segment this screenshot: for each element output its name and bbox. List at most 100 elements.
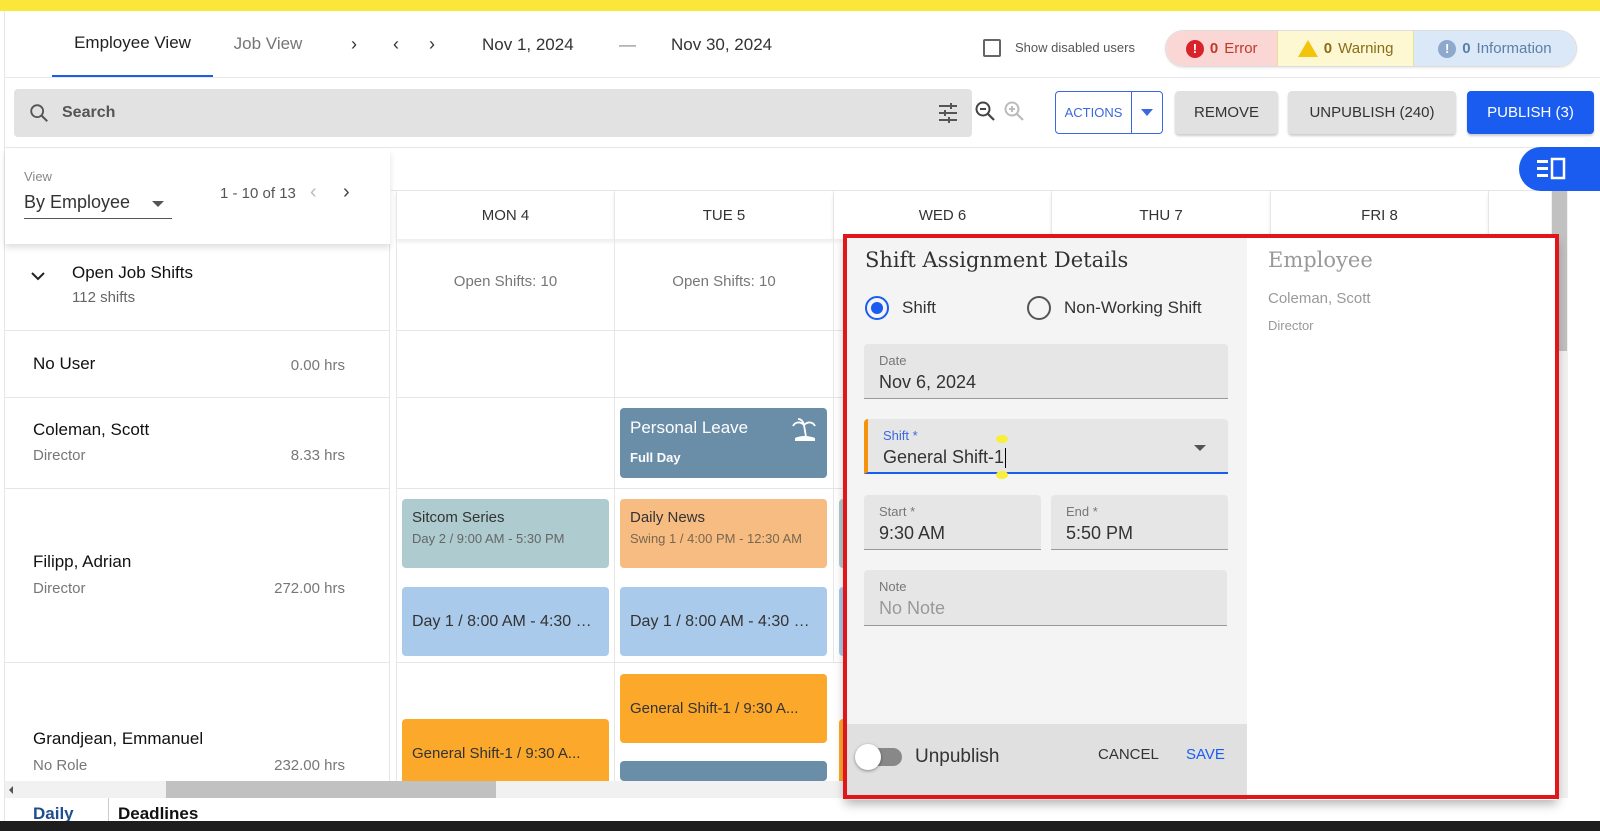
cancel-button[interactable]: CANCEL [1098,746,1159,763]
shift-title: General Shift-1 / 9:30 A... [412,745,581,762]
show-disabled-users-label: Show disabled users [1015,40,1135,55]
header-bar: Employee View Job View › ‹ › Nov 1, 2024… [5,11,1600,78]
panel-toggle-button[interactable] [1519,147,1600,191]
next-period-button[interactable]: › [422,31,442,57]
bottom-tab-daily[interactable]: Daily [33,804,74,821]
schedule-cell[interactable] [396,331,614,398]
text-cursor [1005,448,1007,469]
actions-button[interactable]: ACTIONS [1056,92,1132,133]
status-badges: ! 0 Error 0 Warning ! 0 Information [1165,30,1577,67]
shift-card-personal-leave[interactable]: Personal Leave Full Day [620,408,827,478]
open-job-shifts-row[interactable]: Open Job Shifts 112 shifts [5,244,390,331]
start-field-label: Start * [879,504,916,519]
end-time-field[interactable]: End * 5:50 PM [1051,495,1228,550]
filter-sliders-icon[interactable] [936,101,960,125]
radio-selected-icon[interactable] [865,296,889,320]
search-input[interactable]: Search [14,89,972,137]
employee-hours: 8.33 hrs [290,447,345,464]
shift-field-value: General Shift-1 [883,447,1007,469]
date-range-start[interactable]: Nov 1, 2024 [482,35,574,55]
bottom-tabs: Daily Deadlines [5,798,1600,821]
note-field[interactable]: Note No Note [864,570,1227,626]
shift-card[interactable]: Day 1 / 8:00 AM - 4:30 PM [402,587,609,656]
warning-label: Warning [1338,40,1394,57]
employee-row[interactable]: No User 0.00 hrs [5,331,390,398]
shift-subtitle: Day 2 / 9:00 AM - 5:30 PM [412,531,565,546]
actions-dropdown-toggle[interactable] [1132,92,1162,133]
shift-card[interactable]: Day 1 / 8:00 AM - 4:30 PM [620,587,827,656]
scroll-left-arrow-icon[interactable] [9,786,13,794]
open-shifts-cell[interactable]: Open Shifts: 10 [396,239,614,331]
shift-card[interactable]: Sitcom Series Day 2 / 9:00 AM - 5:30 PM [402,499,609,568]
error-badge[interactable]: ! 0 Error [1166,31,1278,66]
radio-unselected-icon[interactable] [1027,296,1051,320]
actions-split-button[interactable]: ACTIONS [1055,91,1163,134]
day-header [1488,191,1551,239]
schedule-cell[interactable] [614,331,833,398]
view-select[interactable]: By Employee [24,187,172,219]
day-header: MON 4 [396,191,614,239]
employee-name: No User [33,354,96,373]
top-highlight-bar [0,0,1600,11]
shift-title: Personal Leave [630,418,749,437]
warning-count: 0 [1323,40,1333,57]
shift-card[interactable]: Daily News Swing 1 / 4:00 PM - 12:30 AM [620,499,827,568]
unpublish-toggle[interactable] [855,744,902,770]
search-icon [30,104,48,122]
shift-card[interactable]: General Shift-1 / 9:30 A... [402,719,609,781]
next-page-button[interactable]: › [343,181,350,204]
bottom-tab-deadlines[interactable]: Deadlines [118,804,198,821]
shift-subtitle: Swing 1 / 4:00 PM - 12:30 AM [630,531,802,546]
start-time-field[interactable]: Start * 9:30 AM [864,495,1041,550]
employee-row[interactable]: Filipp, Adrian Director 272.00 hrs [5,489,390,663]
date-range-end[interactable]: Nov 30, 2024 [671,35,772,55]
employee-row[interactable]: Coleman, Scott Director 8.33 hrs [5,398,390,489]
prev-period-button[interactable]: ‹ [386,31,406,57]
publish-button[interactable]: PUBLISH (3) [1467,91,1594,134]
warning-badge[interactable]: 0 Warning [1277,31,1414,66]
save-button[interactable]: SAVE [1186,746,1225,763]
unpublish-label: Unpublish [915,746,1000,767]
shift-assignment-dialog: Shift Assignment Details Shift Non-Worki… [845,238,1557,800]
tabs-scroll-right-button[interactable]: › [344,31,364,57]
zoom-in-icon[interactable] [1002,99,1026,123]
employee-name: Grandjean, Emmanuel [33,729,204,748]
date-field-value: Nov 6, 2024 [879,372,977,392]
employee-role: Director [1268,318,1314,333]
shift-card[interactable]: General Shift-1 / 9:30 A... [620,674,827,743]
information-badge[interactable]: ! 0 Information [1413,31,1576,66]
tab-job-view[interactable]: Job View [223,11,313,77]
unpublish-button[interactable]: UNPUBLISH (240) [1288,91,1456,134]
radio-shift[interactable]: Shift [865,296,936,320]
prev-page-button[interactable]: ‹ [310,181,317,204]
date-field[interactable]: Date Nov 6, 2024 [864,344,1228,399]
error-count: 0 [1209,40,1219,57]
search-placeholder: Search [62,104,116,121]
radio-non-working-label: Non-Working Shift [1064,298,1202,317]
error-label: Error [1224,40,1258,57]
shift-title: Day 1 / 8:00 AM - 4:30 PM [412,612,599,630]
screen-bottom-edge [0,821,1600,831]
radio-shift-label: Shift [902,298,937,317]
error-icon: ! [1185,39,1204,58]
selection-handle-top [996,435,1008,443]
info-icon: ! [1438,39,1457,58]
horizontal-scrollbar-thumb[interactable] [166,781,496,798]
open-shifts-count: Open Shifts: 10 [453,273,558,290]
dialog-title: Shift Assignment Details [865,248,1129,272]
remove-button[interactable]: REMOVE [1175,91,1278,134]
zoom-out-icon[interactable] [973,99,997,123]
radio-non-working-shift[interactable]: Non-Working Shift [1027,296,1202,320]
shift-select[interactable]: Shift * General Shift-1 [864,419,1228,474]
show-disabled-users-checkbox[interactable] [983,39,1001,57]
day-header: TUE 5 [614,191,833,239]
employee-section-title: Employee [1268,248,1373,272]
shift-details-pane: Shift Assignment Details Shift Non-Worki… [845,238,1247,800]
schedule-cell[interactable] [396,398,614,489]
chevron-down-icon[interactable] [30,268,46,284]
dropdown-arrow-icon[interactable] [1194,445,1206,451]
shift-card-partial[interactable] [620,761,827,781]
open-shifts-cell[interactable]: Open Shifts: 10 [614,239,833,331]
tab-employee-view[interactable]: Employee View [52,11,213,77]
bottom-tab-divider [108,798,109,821]
